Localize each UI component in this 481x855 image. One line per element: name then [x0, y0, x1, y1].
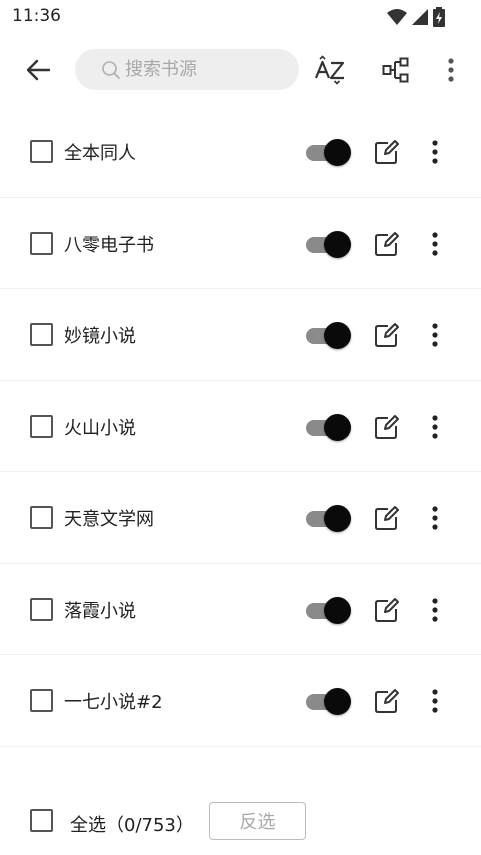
source-checkbox[interactable]: [30, 231, 53, 255]
source-more-button[interactable]: [423, 321, 447, 349]
edit-source-button[interactable]: [374, 322, 400, 348]
edit-icon: [375, 506, 399, 530]
source-more-button[interactable]: [423, 596, 447, 624]
invert-selection-button[interactable]: 反选: [209, 802, 306, 840]
source-checkbox[interactable]: [30, 506, 53, 529]
source-row[interactable]: [0, 747, 481, 775]
edit-icon: [375, 414, 399, 439]
edit-source-button[interactable]: [374, 688, 400, 714]
signal-icon: [412, 9, 428, 25]
edit-source-button[interactable]: [374, 597, 400, 623]
source-enable-switch[interactable]: [306, 138, 352, 166]
source-name: 妙镜小说: [64, 326, 136, 347]
source-more-button[interactable]: [423, 230, 447, 258]
source-row[interactable]: 火山小说: [0, 381, 481, 472]
source-enable-switch[interactable]: [306, 687, 352, 715]
edit-icon: [375, 689, 399, 713]
edit-source-button[interactable]: [374, 505, 400, 531]
more-vertical-icon: [432, 506, 438, 530]
source-name: 八零电子书: [64, 234, 154, 256]
source-enable-switch[interactable]: [306, 321, 352, 349]
source-checkbox[interactable]: [30, 140, 53, 163]
source-row[interactable]: 一七小说#2: [0, 655, 481, 747]
more-vertical-icon: [432, 414, 438, 439]
source-row[interactable]: 八零电子书: [0, 198, 481, 289]
switch-thumb: [324, 322, 351, 349]
more-vertical-icon: [432, 231, 438, 256]
source-name: 火山小说: [64, 417, 136, 439]
more-vertical-icon: [432, 323, 438, 347]
source-checkbox[interactable]: [30, 323, 53, 346]
more-vertical-icon: [432, 689, 438, 713]
source-more-button[interactable]: [423, 413, 447, 441]
group-icon: [382, 57, 409, 83]
back-button[interactable]: [22, 54, 54, 86]
group-button[interactable]: [378, 52, 414, 88]
switch-thumb: [324, 505, 351, 532]
edit-source-button[interactable]: [374, 139, 400, 165]
source-name: 天意文学网: [64, 509, 154, 530]
wifi-icon: [387, 9, 407, 25]
battery-icon: [433, 7, 445, 27]
source-enable-switch[interactable]: [306, 230, 352, 258]
source-name: 落霞小说: [64, 600, 136, 622]
arrow-left-icon: [26, 59, 51, 81]
toolbar: [0, 34, 481, 106]
source-enable-switch[interactable]: [306, 504, 352, 532]
edit-icon: [375, 323, 399, 347]
select-all-checkbox[interactable]: [30, 809, 53, 832]
source-name: 全本同人: [64, 143, 136, 164]
source-more-button[interactable]: [423, 687, 447, 715]
select-all-label[interactable]: 全选（0/753）: [70, 811, 194, 837]
search-input[interactable]: [125, 59, 295, 80]
switch-thumb: [324, 230, 351, 258]
sort-az-icon: [315, 55, 345, 85]
source-enable-switch[interactable]: [306, 413, 352, 441]
edit-icon: [375, 231, 399, 256]
more-vertical-icon: [432, 597, 438, 622]
source-row[interactable]: 全本同人: [0, 106, 481, 198]
status-icons: [387, 7, 445, 27]
source-more-button[interactable]: [423, 138, 447, 166]
sort-button[interactable]: [313, 52, 349, 88]
more-options-button[interactable]: [433, 52, 469, 88]
switch-thumb: [324, 688, 351, 715]
source-checkbox[interactable]: [30, 689, 53, 712]
more-vertical-icon: [432, 140, 438, 164]
switch-thumb: [324, 596, 351, 624]
search-icon: [102, 60, 120, 79]
source-checkbox[interactable]: [30, 414, 53, 438]
source-name: 一七小说#2: [64, 692, 163, 713]
edit-source-button[interactable]: [374, 414, 400, 440]
edit-icon: [375, 140, 399, 164]
search-box[interactable]: [75, 49, 299, 90]
source-row[interactable]: 妙镜小说: [0, 289, 481, 381]
source-enable-switch[interactable]: [306, 596, 352, 624]
edit-source-button[interactable]: [374, 231, 400, 257]
source-more-button[interactable]: [423, 504, 447, 532]
status-bar: 11:36: [0, 0, 481, 34]
bottom-bar: 全选（0/753） 反选: [0, 780, 481, 855]
source-row[interactable]: 天意文学网: [0, 472, 481, 564]
more-vertical-icon: [448, 58, 454, 82]
status-time: 11:36: [12, 6, 61, 26]
source-list[interactable]: 全本同人八零电子书妙镜小说火山小说天意文学网落霞小说一七小说#2: [0, 106, 481, 774]
edit-icon: [375, 597, 399, 622]
switch-thumb: [324, 139, 351, 166]
switch-thumb: [324, 413, 351, 441]
source-checkbox[interactable]: [30, 597, 53, 621]
source-row[interactable]: 落霞小说: [0, 564, 481, 655]
